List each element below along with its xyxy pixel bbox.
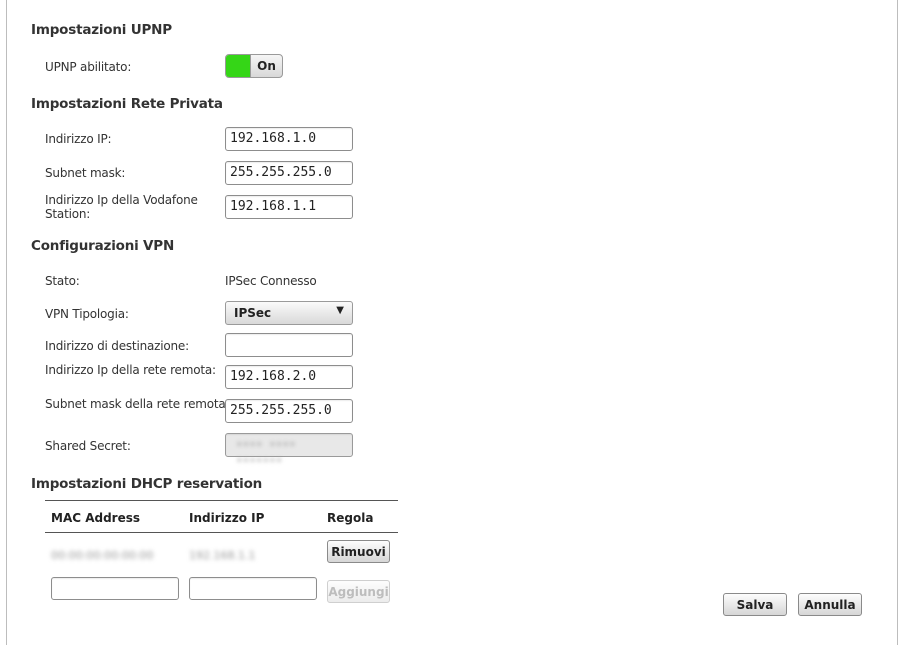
vpn-type-value: IPSec bbox=[234, 306, 272, 320]
subnet-mask-label: Subnet mask: bbox=[45, 166, 126, 180]
dropdown-arrow-icon: ▼ bbox=[336, 305, 344, 316]
remote-ip-label: Indirizzo Ip della rete remota: bbox=[45, 363, 216, 377]
row-mac-value: 00:00:00:00:00:00 bbox=[51, 549, 154, 562]
shared-secret-value: •••• •••• ••••••• bbox=[236, 438, 296, 467]
cancel-button[interactable]: Annulla bbox=[798, 593, 862, 616]
upnp-toggle[interactable]: On bbox=[225, 54, 283, 78]
toggle-on-indicator bbox=[226, 55, 250, 77]
column-header-action: Regola bbox=[327, 511, 374, 525]
station-ip-field[interactable]: 192.168.1.1 bbox=[225, 195, 353, 219]
toggle-state-label: On bbox=[250, 55, 282, 77]
upnp-section-title: Impostazioni UPNP bbox=[31, 22, 172, 38]
row-ip-value: 192.168.1.1 bbox=[189, 549, 256, 562]
table-row: 00:00:00:00:00:00 bbox=[51, 544, 154, 563]
upnp-enabled-label: UPNP abilitato: bbox=[45, 60, 132, 74]
remote-ip-field[interactable]: 192.168.2.0 bbox=[225, 365, 353, 389]
destination-address-field[interactable] bbox=[225, 333, 353, 357]
station-ip-label: Indirizzo Ip della Vodafone Station: bbox=[45, 193, 198, 221]
vpn-status-label: Stato: bbox=[45, 274, 80, 288]
column-header-mac: MAC Address bbox=[51, 511, 141, 525]
station-ip-label-line1: Indirizzo Ip della Vodafone bbox=[45, 193, 198, 207]
row-ip-cell: 192.168.1.1 bbox=[189, 544, 255, 563]
ip-address-label: Indirizzo IP: bbox=[45, 132, 112, 146]
ip-address-field[interactable]: 192.168.1.0 bbox=[225, 127, 353, 151]
subnet-mask-field[interactable]: 255.255.255.0 bbox=[225, 161, 353, 185]
new-mac-field[interactable] bbox=[51, 577, 179, 600]
add-button[interactable]: Aggiungi bbox=[327, 580, 390, 603]
vpn-status-value: IPSec Connesso bbox=[225, 274, 317, 288]
column-header-ip: Indirizzo IP bbox=[189, 511, 265, 525]
save-button[interactable]: Salva bbox=[723, 593, 787, 616]
dhcp-section-title: Impostazioni DHCP reservation bbox=[31, 476, 263, 492]
station-ip-label-line2: Station: bbox=[45, 207, 91, 221]
remove-button[interactable]: Rimuovi bbox=[327, 540, 390, 563]
shared-secret-field[interactable]: •••• •••• ••••••• bbox=[225, 433, 353, 467]
table-header-divider bbox=[45, 532, 398, 533]
remote-subnet-field[interactable]: 255.255.255.0 bbox=[225, 399, 353, 423]
shared-secret-label: Shared Secret: bbox=[45, 439, 131, 453]
vpn-section-title: Configurazioni VPN bbox=[31, 238, 175, 254]
table-top-divider bbox=[45, 500, 398, 501]
lan-section-title: Impostazioni Rete Privata bbox=[31, 96, 223, 112]
destination-address-label: Indirizzo di destinazione: bbox=[45, 339, 189, 353]
remote-subnet-label: Subnet mask della rete remota: bbox=[45, 397, 230, 411]
vpn-type-select[interactable]: IPSec ▼ bbox=[225, 301, 353, 325]
vpn-type-label: VPN Tipologia: bbox=[45, 307, 129, 321]
new-ip-field[interactable] bbox=[189, 577, 317, 600]
